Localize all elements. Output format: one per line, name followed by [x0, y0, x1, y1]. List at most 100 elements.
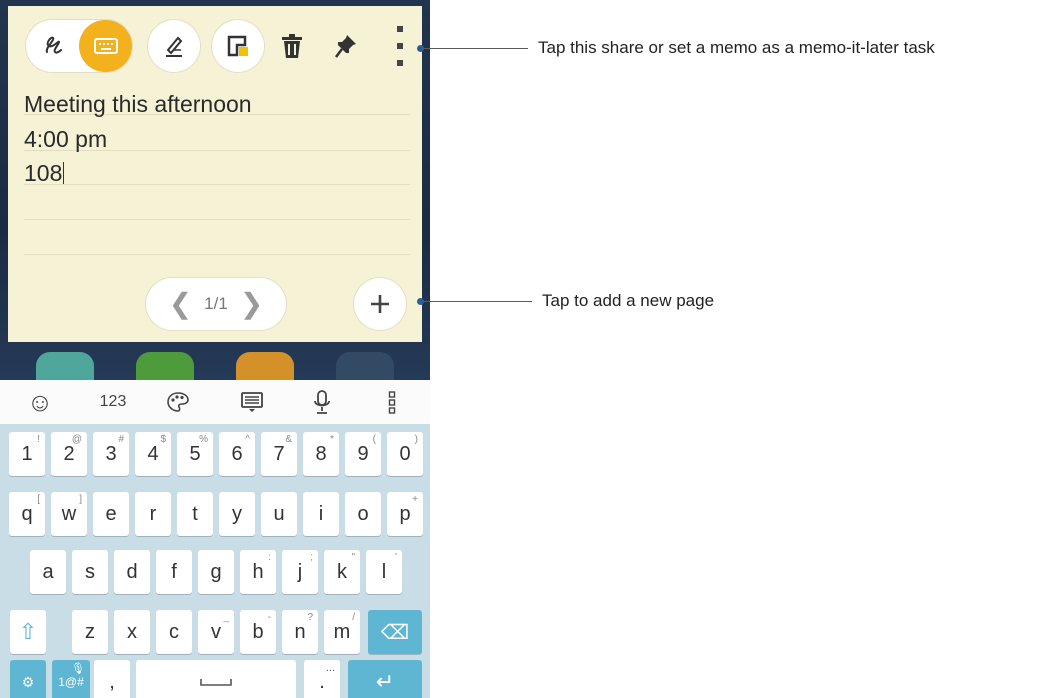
key-f[interactable]: f — [156, 550, 192, 594]
key-t[interactable]: t — [177, 492, 213, 536]
previous-page-button[interactable]: ❮ — [169, 290, 192, 318]
callout-line-menu — [422, 48, 528, 49]
key-g[interactable]: g — [198, 550, 234, 594]
phone-screen: Meeting this afternoon 4:00 pm 108 ❮ 1/1… — [0, 0, 430, 698]
key-9[interactable]: 9( — [345, 432, 381, 476]
callout-menu-text: Tap this share or set a memo as a memo-i… — [538, 38, 935, 57]
trash-icon — [282, 34, 302, 58]
key-label: k — [337, 560, 347, 583]
key-5[interactable]: 5% — [177, 432, 213, 476]
key-d[interactable]: d — [114, 550, 150, 594]
key-a[interactable]: a — [30, 550, 66, 594]
input-mode-toggle[interactable] — [26, 20, 132, 72]
key-0[interactable]: 0) — [387, 432, 423, 476]
key-label: v — [211, 620, 221, 643]
key-o[interactable]: o — [345, 492, 381, 536]
shift-key[interactable]: ⇧ — [10, 610, 46, 654]
memo-text-line-2[interactable]: 4:00 pm — [24, 125, 107, 153]
key-i[interactable]: i — [303, 492, 339, 536]
key-label: 1 — [21, 442, 33, 465]
key-s[interactable]: s — [72, 550, 108, 594]
key-hint: [ — [37, 494, 40, 505]
delete-button[interactable] — [272, 22, 312, 70]
keyboard-mode-button[interactable] — [79, 20, 132, 72]
key-label: m — [333, 620, 351, 643]
key-hint: ^ — [245, 434, 250, 445]
key-h[interactable]: h: — [240, 550, 276, 594]
key-hint: # — [118, 434, 124, 445]
memo-text-line-3[interactable]: 108 — [24, 159, 65, 187]
emoji-button[interactable]: ☺ — [22, 387, 58, 417]
key-4[interactable]: 4 $ — [135, 432, 171, 476]
handwriting-mode-button[interactable] — [26, 20, 79, 72]
keyboard-toolbar: ☺ 123 — [0, 380, 430, 424]
key-b[interactable]: b- — [240, 610, 276, 654]
key-2[interactable]: 2 @ — [51, 432, 87, 476]
quick-memo-panel: Meeting this afternoon 4:00 pm 108 ❮ 1/1… — [8, 6, 422, 342]
comma-key[interactable]: , — [94, 660, 130, 698]
space-bar-icon — [200, 679, 232, 686]
key-label: l — [381, 560, 387, 583]
key-label: j — [297, 560, 303, 583]
key-j[interactable]: j; — [282, 550, 318, 594]
memo-color-icon — [227, 35, 248, 57]
key-m[interactable]: m / — [324, 610, 360, 654]
key-v[interactable]: v _ — [198, 610, 234, 654]
ruled-line — [24, 219, 410, 220]
pen-style-button[interactable] — [148, 20, 200, 72]
memo-color-button[interactable] — [212, 20, 264, 72]
key-z[interactable]: z — [72, 610, 108, 654]
space-key[interactable] — [136, 660, 296, 698]
text-cursor — [63, 162, 65, 184]
key-3[interactable]: 3 # — [93, 432, 129, 476]
clipboard-icon — [241, 392, 263, 412]
more-icon — [388, 391, 396, 414]
enter-key[interactable]: ↵ — [348, 660, 422, 698]
key-x[interactable]: x — [114, 610, 150, 654]
key-y[interactable]: y — [219, 492, 255, 536]
clipboard-button[interactable] — [234, 388, 270, 416]
key-u[interactable]: u — [261, 492, 297, 536]
key-k[interactable]: k " — [324, 550, 360, 594]
key-label: 7 — [273, 442, 285, 465]
keyboard-settings-key[interactable]: ⚙ — [10, 660, 46, 698]
next-page-button[interactable]: ❯ — [240, 290, 263, 318]
key-hint: ? — [307, 612, 313, 623]
key-q[interactable]: q[ — [9, 492, 45, 536]
key-e[interactable]: e — [93, 492, 129, 536]
callout-line-add — [422, 301, 532, 302]
key-label: 3 — [105, 442, 117, 465]
callout-add-text: Tap to add a new page — [542, 291, 715, 310]
pin-button[interactable] — [326, 22, 366, 70]
key-c[interactable]: c — [156, 610, 192, 654]
period-key-label: . — [319, 670, 325, 693]
memo-text-line-1[interactable]: Meeting this afternoon — [24, 90, 252, 118]
key-hint: - — [267, 612, 271, 623]
key-8[interactable]: 8 * — [303, 432, 339, 476]
numbers-button[interactable]: 123 — [88, 388, 138, 416]
key-l[interactable]: l ' — [366, 550, 402, 594]
key-label: 4 — [147, 442, 159, 465]
backspace-icon: ⌫ — [380, 621, 410, 644]
page-navigator: ❮ 1/1 ❯ — [146, 278, 286, 330]
keyboard-more-button[interactable] — [380, 388, 404, 416]
plus-icon — [371, 295, 389, 313]
key-p[interactable]: p + — [387, 492, 423, 536]
handwriting-icon — [45, 36, 62, 54]
voice-input-button[interactable] — [304, 388, 340, 416]
key-1[interactable]: 1! — [9, 432, 45, 476]
key-7[interactable]: 7 & — [261, 432, 297, 476]
backspace-key[interactable]: ⌫ — [368, 610, 422, 654]
key-n[interactable]: n? — [282, 610, 318, 654]
key-w[interactable]: w] — [51, 492, 87, 536]
mic-hint-icon: 🎙 — [71, 663, 85, 675]
symbols-key[interactable]: 1@# 🎙 — [52, 660, 90, 698]
key-6[interactable]: 6 ^ — [219, 432, 255, 476]
theme-button[interactable] — [160, 388, 196, 416]
key-hint: ' — [395, 552, 397, 563]
more-options-button[interactable] — [392, 24, 408, 68]
key-r[interactable]: r — [135, 492, 171, 536]
period-key[interactable]: .... — [304, 660, 340, 698]
add-page-button[interactable] — [354, 278, 406, 330]
memo-text-line-3-value: 108 — [24, 160, 63, 186]
